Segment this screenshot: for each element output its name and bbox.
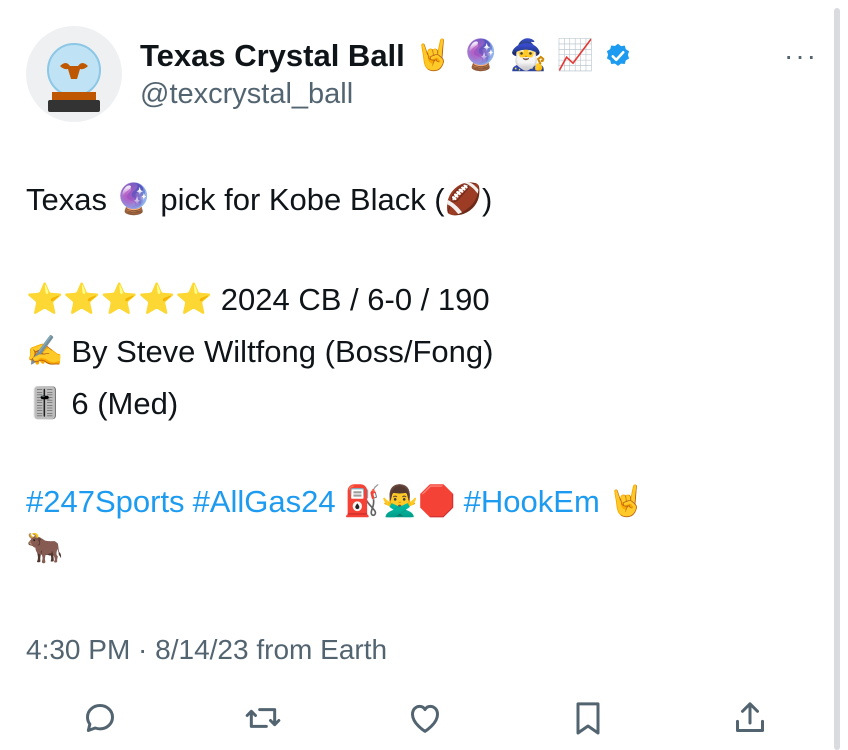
stars-emoji: ⭐⭐⭐⭐⭐ (26, 283, 213, 316)
user-name-row: Texas Crystal Ball 🤘 🔮 🧙‍♂️ 📈 (140, 34, 632, 78)
football-emoji: 🏈 (444, 183, 482, 216)
tweet-line-3: ✍️ By Steve Wiltfong (Boss/Fong) (26, 334, 494, 369)
wizard-emoji: 🧙‍♂️ (509, 39, 547, 72)
fuel-pump-emoji: ⛽🙅‍♂️🛑 (343, 485, 456, 518)
verified-badge-icon (607, 43, 630, 66)
hashtag-247sports[interactable]: #247Sports (26, 482, 185, 522)
horns-emoji: 🤘 (414, 39, 453, 72)
hashtag-allgas24[interactable]: #AllGas24 (193, 482, 336, 522)
action-bar (80, 698, 770, 738)
tweet-line-2: ⭐⭐⭐⭐⭐ 2024 CB / 6-0 / 190 (26, 282, 490, 317)
crystal-ball-emoji: 🔮 (462, 39, 500, 72)
hashtag-hookem[interactable]: #HookEm (464, 482, 600, 522)
avatar[interactable] (26, 26, 122, 122)
reply-icon[interactable] (80, 698, 120, 738)
ox-emoji: 🐂 (26, 532, 64, 565)
chart-emoji: 📈 (556, 39, 595, 72)
tweet-line-6: 🐂 (26, 534, 63, 564)
crystal-ball-logo (47, 43, 101, 112)
tweet-line-1: Texas 🔮 pick for Kobe Black ( 🏈 ) (26, 182, 493, 217)
tweet-timestamp[interactable]: 4:30 PM · 8/14/23 from Earth (26, 634, 387, 666)
share-icon[interactable] (730, 698, 770, 738)
display-name[interactable]: Texas Crystal Ball (140, 38, 405, 74)
retweet-icon[interactable] (243, 698, 283, 738)
bookmark-icon[interactable] (568, 698, 608, 738)
scrollbar[interactable] (834, 8, 840, 750)
user-handle[interactable]: @texcrystal_ball (140, 78, 353, 111)
level-slider-emoji: 🎚️ (26, 387, 64, 420)
tweet-line-4: 🎚️ 6 (Med) (26, 386, 179, 421)
writing-hand-emoji: ✍️ (26, 335, 64, 368)
crystal-ball-emoji: 🔮 (114, 183, 153, 216)
horns-emoji: 🤘 (607, 485, 646, 518)
like-icon[interactable] (405, 698, 445, 738)
more-options-icon[interactable]: ··· (784, 40, 818, 72)
tweet-line-5: #247Sports #AllGas24 ⛽🙅‍♂️🛑 #HookEm 🤘 (26, 482, 645, 522)
